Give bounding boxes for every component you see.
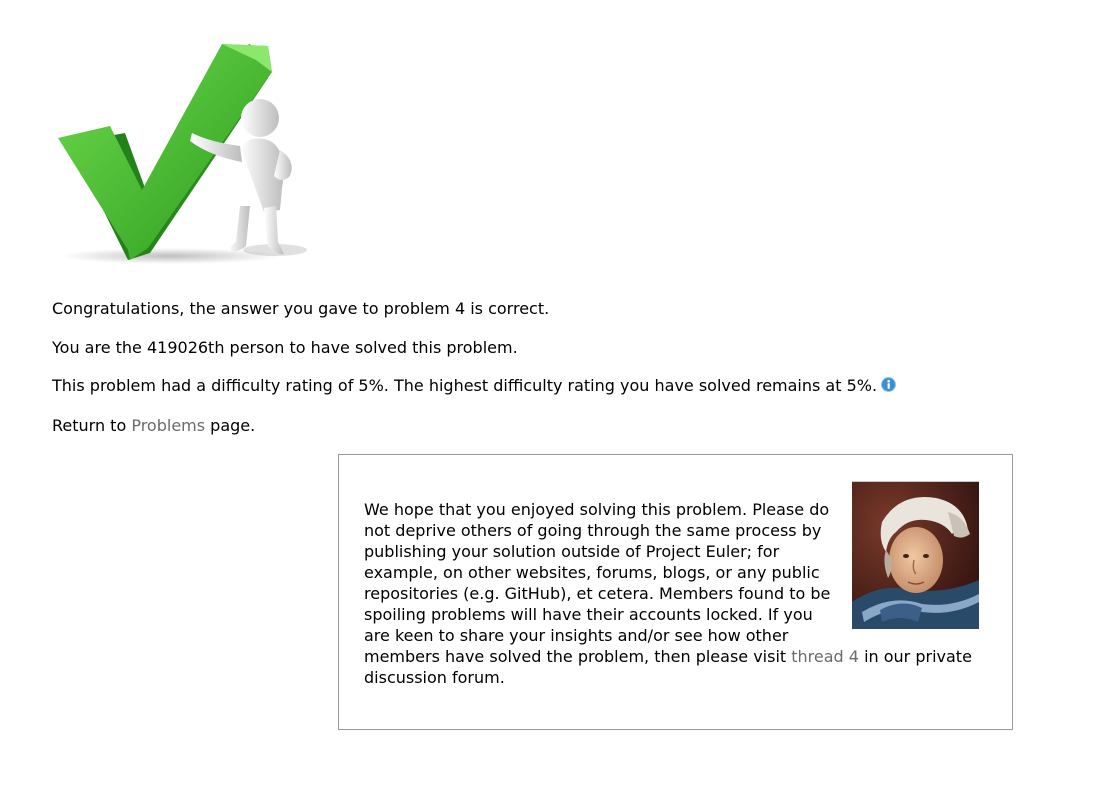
solver-count-message: You are the 419026th person to have solv… xyxy=(52,338,518,357)
euler-portrait xyxy=(852,481,979,629)
problems-link[interactable]: Problems xyxy=(131,416,205,435)
spoiler-notice-box: We hope that you enjoyed solving this pr… xyxy=(338,454,1013,730)
difficulty-text: This problem had a difficulty rating of … xyxy=(52,376,878,395)
spoiler-notice-text: We hope that you enjoyed solving this pr… xyxy=(364,481,979,688)
info-icon[interactable] xyxy=(881,377,897,392)
return-message: Return to Problems page. xyxy=(52,416,255,436)
return-suffix: page. xyxy=(205,416,256,435)
congratulations-message: Congratulations, the answer you gave to … xyxy=(52,299,550,318)
checkmark-figure-icon xyxy=(58,44,307,264)
return-prefix: Return to xyxy=(52,416,132,435)
thread-link[interactable]: thread 4 xyxy=(791,647,859,666)
difficulty-message: This problem had a difficulty rating of … xyxy=(52,376,897,396)
notice-text-before: We hope that you enjoyed solving this pr… xyxy=(364,500,831,666)
